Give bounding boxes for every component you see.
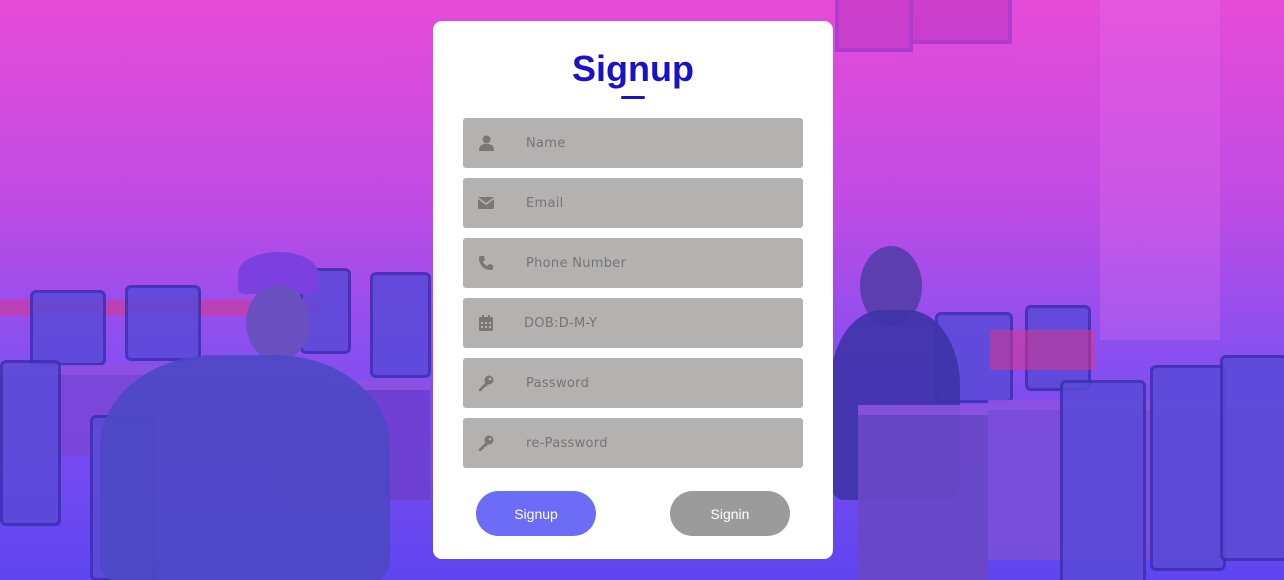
re-password-field[interactable] xyxy=(463,418,803,468)
person-head xyxy=(246,285,310,361)
name-input[interactable] xyxy=(524,134,788,152)
phone-input[interactable] xyxy=(524,254,788,272)
signin-button[interactable]: Signin xyxy=(670,491,790,536)
phone-field[interactable] xyxy=(463,238,803,288)
title-underline xyxy=(621,96,645,99)
dob-input[interactable] xyxy=(522,314,786,332)
chair xyxy=(125,285,201,361)
chair xyxy=(370,272,431,378)
key-icon xyxy=(478,375,494,391)
chair xyxy=(0,360,61,526)
form-title: Signup xyxy=(572,48,694,89)
signup-form-card: Signup Name Email Phone Number DOB:D-M-Y… xyxy=(433,21,833,559)
person xyxy=(100,355,390,580)
chair xyxy=(1060,380,1146,580)
chair xyxy=(30,290,106,366)
name-field[interactable] xyxy=(463,118,803,168)
desk-stripe xyxy=(990,330,1095,370)
desk xyxy=(858,405,988,580)
phone-icon xyxy=(478,255,494,271)
email-input[interactable] xyxy=(524,194,788,212)
window xyxy=(909,0,1012,44)
password-input[interactable] xyxy=(524,374,788,392)
re-password-input[interactable] xyxy=(524,434,788,452)
wall-panel xyxy=(1100,0,1220,340)
signup-button[interactable]: Signup xyxy=(476,491,596,536)
calendar-icon xyxy=(478,315,494,331)
chair xyxy=(1220,355,1284,561)
key-icon xyxy=(478,435,494,451)
chair xyxy=(1150,365,1226,571)
password-field[interactable] xyxy=(463,358,803,408)
envelope-icon xyxy=(478,195,494,211)
window xyxy=(835,0,913,52)
user-icon xyxy=(478,135,494,151)
email-field[interactable] xyxy=(463,178,803,228)
dob-field[interactable] xyxy=(463,298,803,348)
